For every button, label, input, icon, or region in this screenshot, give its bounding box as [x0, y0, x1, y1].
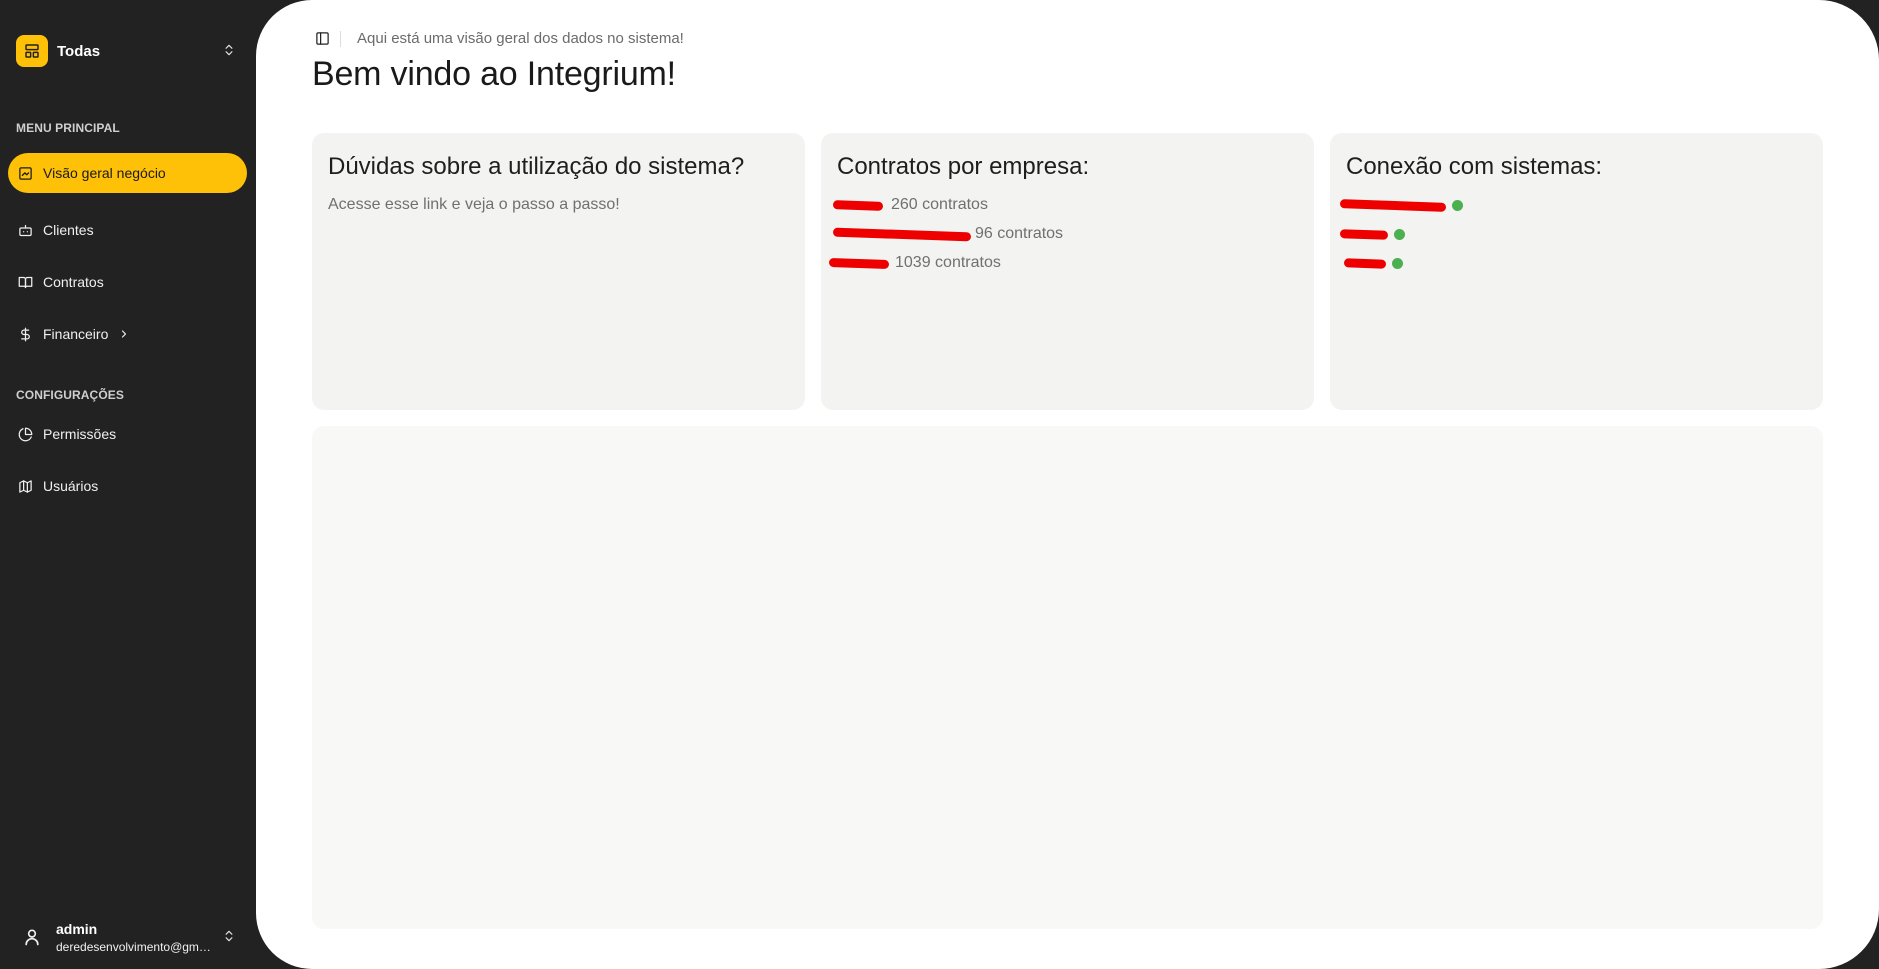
sidebar-item-label: Visão geral negócio — [43, 165, 166, 181]
section-label-menu-principal: MENU PRINCIPAL — [16, 121, 120, 135]
org-switcher-label: Todas — [57, 42, 101, 60]
sidebar-item-label: Clientes — [43, 222, 94, 238]
pie-chart-icon — [17, 426, 33, 442]
list-item: 96 contratos — [832, 225, 1064, 243]
page-subtitle: Aqui está uma visão geral dos dados no s… — [357, 30, 684, 47]
chevrons-up-down-icon — [222, 928, 236, 949]
redaction-mark — [832, 227, 972, 241]
user-menu[interactable]: admin deredesenvolvimento@gmail.com — [8, 914, 248, 960]
redaction-mark — [828, 257, 890, 269]
sidebar-item-label: Contratos — [43, 274, 104, 290]
contract-count: 260 contratos — [891, 196, 988, 213]
sidebar-item-permissoes[interactable]: Permissões — [8, 414, 247, 454]
contracts-card: Contratos por empresa: 260 contratos 96 … — [821, 133, 1314, 410]
sidebar-item-label: Usuários — [43, 478, 99, 494]
connections-card: Conexão com sistemas: — [1330, 133, 1823, 410]
sidebar-item-label: Financeiro — [43, 326, 109, 342]
help-link[interactable]: Acesse esse link e veja o passo a passo! — [328, 196, 620, 214]
topbar: Aqui está uma visão geral dos dados no s… — [314, 30, 684, 47]
sidebar-item-label: Permissões — [43, 426, 117, 442]
redaction-mark — [1339, 199, 1447, 212]
chevrons-up-down-icon — [222, 42, 236, 63]
user-icon — [16, 921, 48, 953]
contract-count: 1039 contratos — [895, 254, 1001, 271]
org-switcher[interactable]: Todas — [8, 30, 248, 72]
sidebar-item-usuarios[interactable]: Usuários — [8, 466, 247, 506]
status-dot — [1394, 229, 1405, 240]
book-icon — [17, 274, 33, 290]
status-dot — [1392, 258, 1403, 269]
dashboard-icon — [17, 165, 33, 181]
dollar-icon — [17, 326, 33, 342]
sidebar-item-financeiro[interactable]: Financeiro — [8, 314, 247, 354]
redaction-mark — [1339, 229, 1389, 240]
list-item: 1039 contratos — [828, 254, 1001, 272]
sidebar-item-visao-geral[interactable]: Visão geral negócio — [8, 153, 247, 193]
list-item — [1339, 199, 1463, 212]
chevron-right-icon — [118, 328, 130, 340]
sidebar: Todas MENU PRINCIPAL Visão geral negócio… — [0, 0, 256, 969]
bot-icon — [17, 222, 33, 238]
overview-panel — [312, 426, 1823, 929]
help-card-title: Dúvidas sobre a utilização do sistema? — [328, 153, 745, 180]
sidebar-item-contratos[interactable]: Contratos — [8, 262, 247, 302]
sidebar-toggle-icon[interactable] — [314, 31, 330, 47]
redaction-mark — [832, 199, 884, 211]
list-item — [1339, 229, 1405, 240]
org-logo-icon — [16, 35, 48, 67]
status-dot — [1452, 200, 1463, 211]
connections-card-title: Conexão com sistemas: — [1346, 153, 1603, 180]
contracts-card-title: Contratos por empresa: — [837, 153, 1090, 180]
user-name: admin — [56, 920, 98, 937]
sidebar-item-clientes[interactable]: Clientes — [8, 210, 247, 250]
help-card: Dúvidas sobre a utilização do sistema? A… — [312, 133, 805, 410]
main-content: Aqui está uma visão geral dos dados no s… — [256, 0, 1879, 969]
section-label-configuracoes: CONFIGURAÇÕES — [16, 388, 124, 402]
list-item — [1343, 258, 1403, 269]
user-email: deredesenvolvimento@gmail.com — [56, 939, 216, 954]
contract-count: 96 contratos — [975, 225, 1064, 242]
list-item: 260 contratos — [832, 196, 988, 214]
topbar-divider — [340, 30, 341, 47]
page-title: Bem vindo ao Integrium! — [312, 55, 676, 93]
redaction-mark — [1343, 258, 1387, 269]
map-icon — [17, 478, 33, 494]
